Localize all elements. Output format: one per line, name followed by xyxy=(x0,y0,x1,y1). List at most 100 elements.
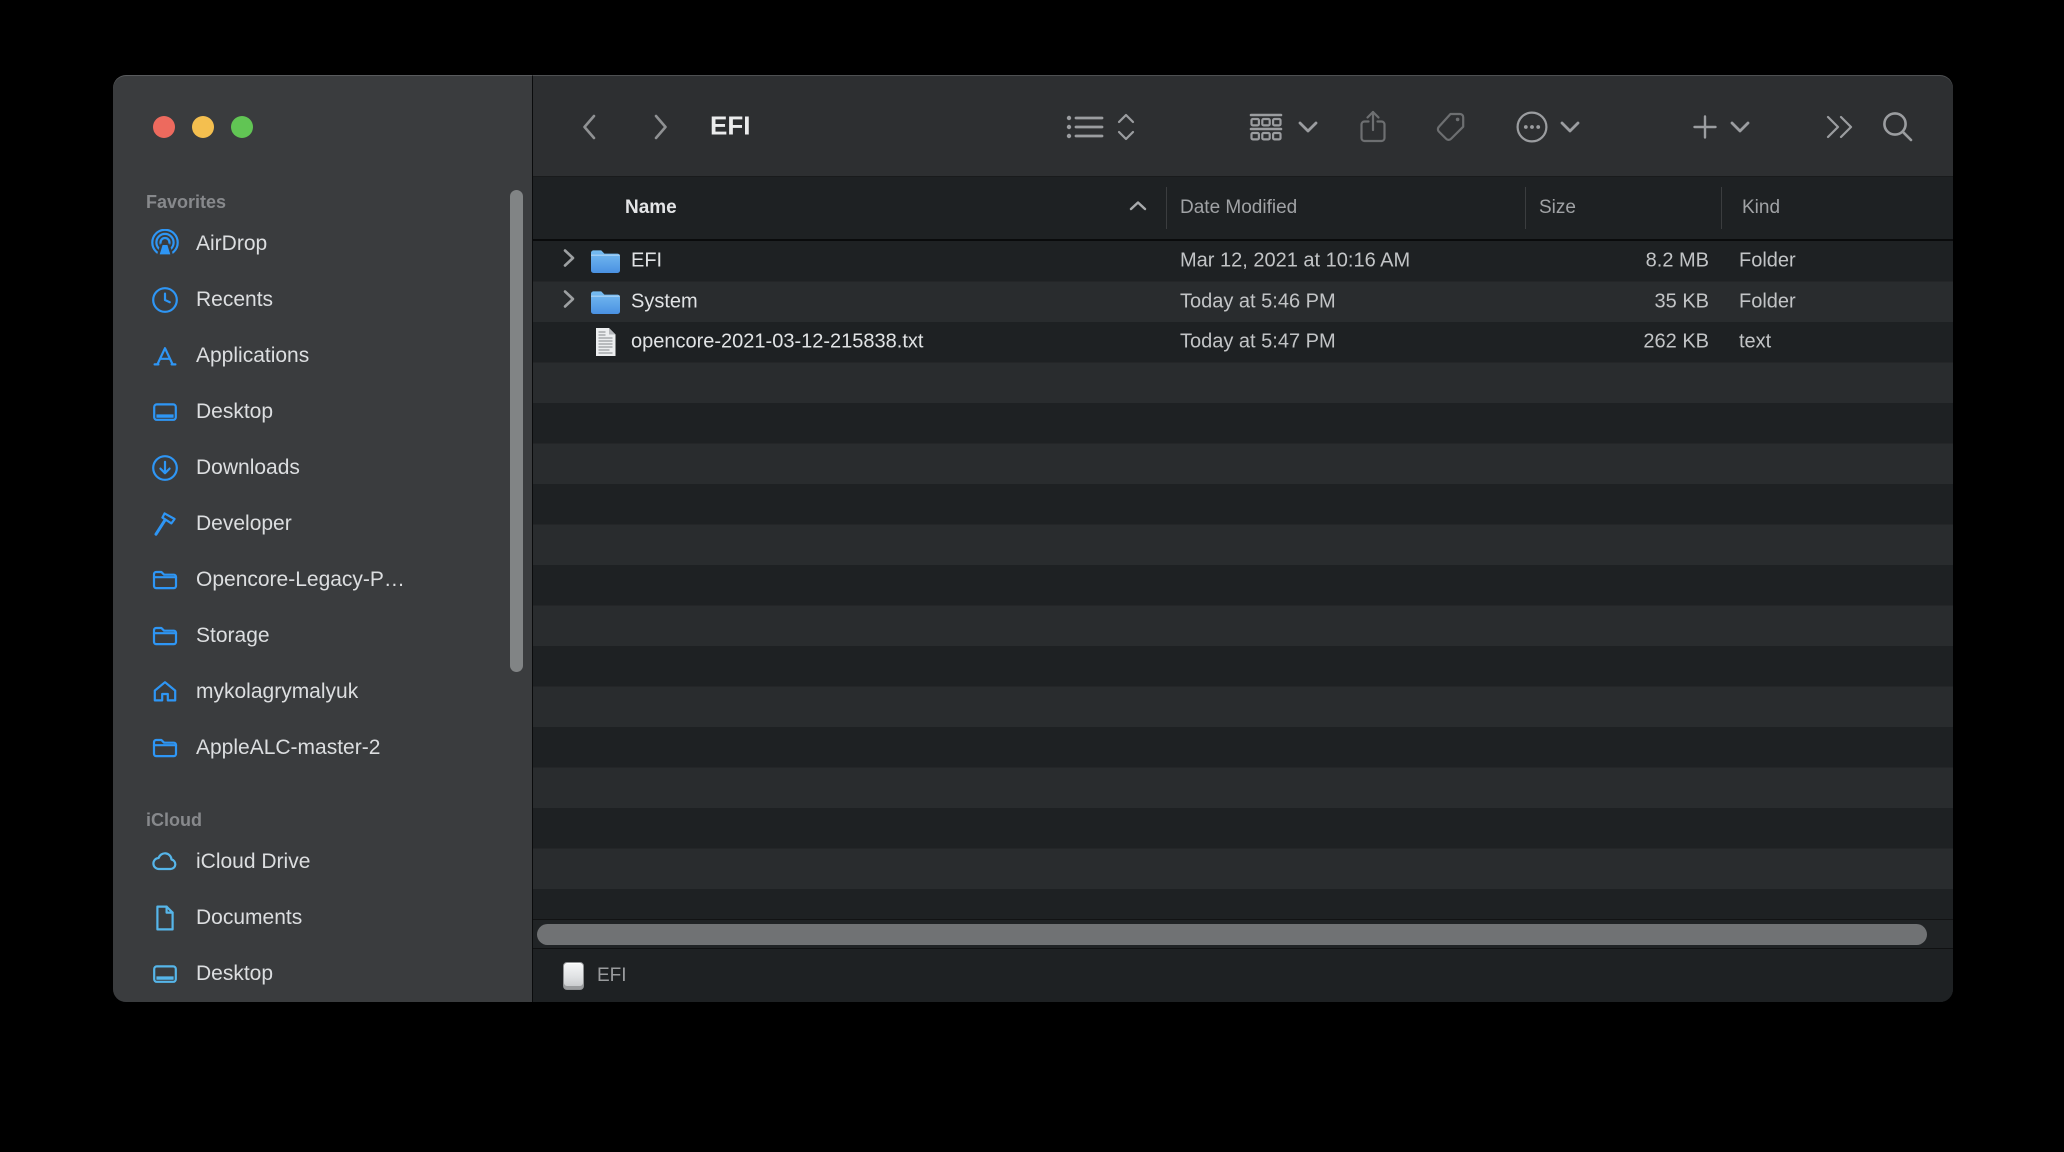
hammer-icon xyxy=(150,509,180,539)
search-icon[interactable] xyxy=(1880,109,1916,145)
desktop-icon xyxy=(150,959,180,989)
sidebar-item-desktop[interactable]: Desktop xyxy=(113,384,532,440)
toolbar-overflow-icon[interactable] xyxy=(1822,112,1858,142)
airdrop-icon xyxy=(150,229,180,259)
file-size: 262 KB xyxy=(1643,331,1709,354)
list-view-icon[interactable] xyxy=(1065,112,1105,142)
clock-icon xyxy=(150,285,180,315)
column-header-kind[interactable]: Kind xyxy=(1742,197,1780,219)
sidebar-item-label: Storage xyxy=(196,624,270,648)
document-icon xyxy=(150,903,180,933)
disclosure-chevron-icon[interactable] xyxy=(561,288,577,316)
sidebar-item-applications[interactable]: Applications xyxy=(113,328,532,384)
folder-fill-icon xyxy=(589,288,622,316)
zoom-button[interactable] xyxy=(231,116,253,138)
more-actions-chevron-icon[interactable] xyxy=(1558,119,1582,135)
more-actions-icon[interactable] xyxy=(1514,109,1550,145)
file-date-modified: Today at 5:46 PM xyxy=(1180,290,1336,313)
column-divider[interactable] xyxy=(1721,187,1722,229)
minimize-button[interactable] xyxy=(192,116,214,138)
main-pane: EFI Name Date Modified Size Kind EFI Mar … xyxy=(533,75,1953,1002)
file-name: opencore-2021-03-12-215838.txt xyxy=(631,331,923,354)
sidebar-item-recents[interactable]: Recents xyxy=(113,272,532,328)
cloud-icon xyxy=(150,847,180,877)
volume-disk-icon xyxy=(563,962,584,990)
sidebar-item-label: Developer xyxy=(196,512,292,536)
sidebar-item-icloud-drive[interactable]: iCloud Drive xyxy=(113,834,532,890)
sidebar-item-label: iCloud Drive xyxy=(196,850,310,874)
desktop-icon xyxy=(150,397,180,427)
sidebar-item-label: Opencore-Legacy-P… xyxy=(196,568,405,592)
new-folder-chevron-icon[interactable] xyxy=(1728,119,1752,135)
file-list: EFIMar 12, 2021 at 10:16 AM8.2 MBFolderS… xyxy=(533,241,1953,919)
download-icon xyxy=(150,453,180,483)
column-header-name[interactable]: Name xyxy=(625,197,677,219)
file-name: System xyxy=(631,290,698,313)
sidebar-item-opencore-legacy-p-[interactable]: Opencore-Legacy-P… xyxy=(113,552,532,608)
sidebar-item-label: Downloads xyxy=(196,456,300,480)
file-kind: Folder xyxy=(1739,250,1796,273)
sidebar-item-developer[interactable]: Developer xyxy=(113,496,532,552)
traffic-lights xyxy=(153,116,253,138)
sidebar-item-label: Documents xyxy=(196,906,302,930)
sidebar-item-label: AppleALC-master-2 xyxy=(196,736,380,760)
sidebar-item-label: AirDrop xyxy=(196,232,267,256)
file-size: 8.2 MB xyxy=(1646,250,1709,273)
group-by-chevron-icon[interactable] xyxy=(1296,119,1320,135)
sidebar-item-label: Desktop xyxy=(196,400,273,424)
status-path-label[interactable]: EFI xyxy=(597,965,627,987)
status-bar: EFI xyxy=(533,948,1953,1002)
sidebar-item-label: mykolagrymalyuk xyxy=(196,680,358,704)
group-by-icon[interactable] xyxy=(1247,108,1285,146)
window-title: EFI xyxy=(710,110,750,141)
table-row[interactable]: EFIMar 12, 2021 at 10:16 AM8.2 MBFolder xyxy=(533,241,1953,282)
column-header-date[interactable]: Date Modified xyxy=(1180,197,1297,219)
table-row[interactable]: opencore-2021-03-12-215838.txt Today at 5… xyxy=(533,322,1953,363)
close-button[interactable] xyxy=(153,116,175,138)
sidebar-item-label: Applications xyxy=(196,344,309,368)
file-kind: text xyxy=(1739,331,1771,354)
sidebar-item-storage[interactable]: Storage xyxy=(113,608,532,664)
horizontal-scrollbar-track[interactable] xyxy=(533,919,1953,948)
file-kind: Folder xyxy=(1739,290,1796,313)
home-icon xyxy=(150,677,180,707)
sidebar-item-airdrop[interactable]: AirDrop xyxy=(113,216,532,272)
back-button[interactable] xyxy=(577,111,603,143)
forward-button[interactable] xyxy=(647,111,673,143)
column-divider[interactable] xyxy=(1166,187,1167,229)
sidebar-section-header: Favorites xyxy=(113,188,532,216)
list-header: Name Date Modified Size Kind xyxy=(533,177,1953,241)
horizontal-scrollbar-thumb[interactable] xyxy=(537,924,1927,945)
folder-icon xyxy=(150,733,180,763)
toolbar: EFI xyxy=(533,75,1953,177)
view-switcher-chevrons[interactable] xyxy=(1113,110,1139,144)
tag-icon[interactable] xyxy=(1433,109,1469,145)
sidebar: Favorites AirDrop Recents Applications Deskt… xyxy=(113,75,533,1002)
sidebar-scrollbar[interactable] xyxy=(510,190,523,672)
sidebar-item-label: Desktop xyxy=(196,962,273,986)
sidebar-sections: Favorites AirDrop Recents Applications Deskt… xyxy=(113,188,532,1002)
disclosure-chevron-icon[interactable] xyxy=(561,247,577,275)
text-file-icon xyxy=(589,326,622,358)
sidebar-section-favorites: Favorites AirDrop Recents Applications Deskt… xyxy=(113,188,532,776)
appstore-icon xyxy=(150,341,180,371)
sidebar-item-downloads[interactable]: Downloads xyxy=(113,440,532,496)
column-divider[interactable] xyxy=(1525,187,1526,229)
share-icon[interactable] xyxy=(1357,108,1389,146)
file-date-modified: Today at 5:47 PM xyxy=(1180,331,1336,354)
table-row[interactable]: SystemToday at 5:46 PM35 KBFolder xyxy=(533,282,1953,323)
finder-window: Favorites AirDrop Recents Applications Deskt… xyxy=(113,75,1953,1002)
new-folder-plus-icon[interactable] xyxy=(1691,113,1719,141)
folder-fill-icon xyxy=(589,247,622,275)
sidebar-item-applealc-master-2[interactable]: AppleALC-master-2 xyxy=(113,720,532,776)
sidebar-item-mykolagrymalyuk[interactable]: mykolagrymalyuk xyxy=(113,664,532,720)
sidebar-section-icloud: iCloud iCloud Drive Documents Desktop xyxy=(113,806,532,1002)
sidebar-item-desktop[interactable]: Desktop xyxy=(113,946,532,1002)
sidebar-section-header: iCloud xyxy=(113,806,532,834)
sort-asc-icon xyxy=(1127,197,1149,219)
column-header-size[interactable]: Size xyxy=(1539,197,1576,219)
sidebar-item-documents[interactable]: Documents xyxy=(113,890,532,946)
file-date-modified: Mar 12, 2021 at 10:16 AM xyxy=(1180,250,1410,273)
folder-icon xyxy=(150,621,180,651)
folder-icon xyxy=(150,565,180,595)
